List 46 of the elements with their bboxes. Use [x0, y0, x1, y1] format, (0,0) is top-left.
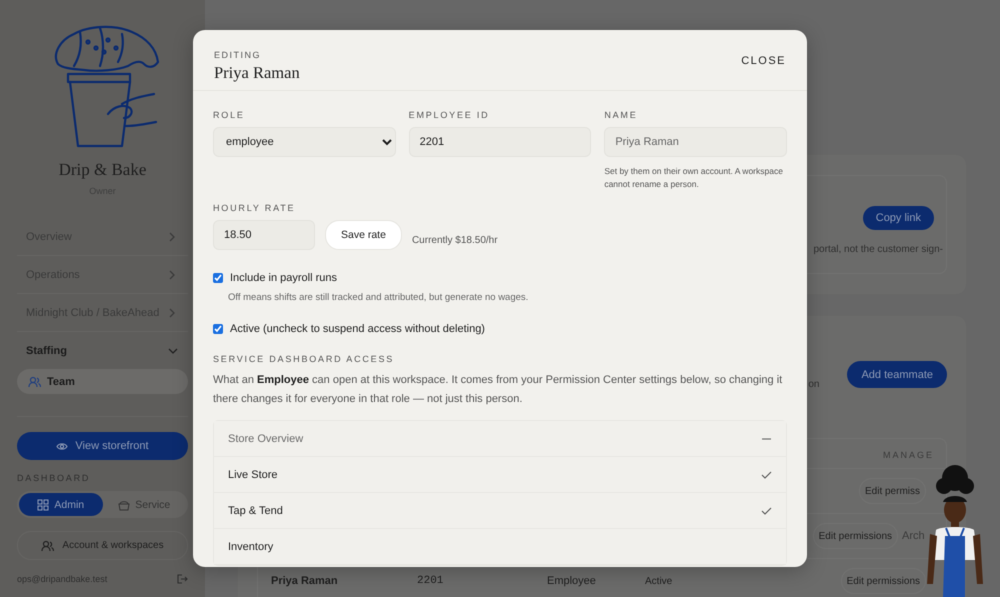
access-row: Store Overview: [214, 421, 786, 457]
modal-title: Priya Raman: [214, 63, 300, 83]
table-cell-text: Active: [645, 576, 674, 586]
input-field[interactable]: 18.50: [213, 220, 315, 250]
role-select[interactable]: employee: [213, 127, 396, 157]
table-cell-text: 2201: [417, 575, 444, 587]
checkbox-label: Include in payroll runs: [230, 272, 338, 284]
field-label: NAME: [604, 110, 639, 120]
field-label: ROLE: [213, 110, 246, 120]
help-text: Set by them on their own account. A workspace cannot rename a person.: [604, 165, 784, 191]
team-note: on: [808, 379, 820, 390]
edit-permissions-button[interactable]: Edit permiss: [858, 478, 926, 504]
dashboard-tab[interactable]: Admin: [19, 493, 102, 516]
check-icon: [761, 470, 772, 480]
eye-icon: [56, 440, 68, 452]
current-rate: Currently $18.50/hr: [412, 234, 498, 246]
checkbox[interactable]: [213, 324, 223, 334]
people-icon: [28, 376, 41, 388]
storefront-button[interactable]: View storefront: [17, 432, 188, 460]
access-description: What an Employee can open at this workspace. It comes from your Permission Center settings below, so changing it there changes it for everyone in that role — not just this person.: [213, 373, 784, 407]
table-cell-text: Priya Raman: [271, 575, 339, 587]
checkbox-label: Active (uncheck to suspend access without deleting): [230, 323, 485, 335]
section-heading: SERVICE DASHBOARD ACCESS: [213, 354, 396, 364]
check-icon: [761, 506, 772, 516]
nav-item[interactable]: Staffing: [17, 332, 188, 369]
table-cell-text: Employee: [547, 575, 597, 587]
input-field: Priya Raman: [604, 127, 787, 157]
editing-label: EDITING: [214, 50, 262, 60]
brand-name: Drip & Bake: [58, 160, 148, 180]
invite-note: portal, not the customer sign-: [813, 244, 943, 255]
people-icon: [41, 540, 54, 552]
add-teammate-button[interactable]: Add teammate: [847, 361, 947, 388]
copy-link-button[interactable]: Copy link: [862, 206, 934, 230]
edit-permissions-button[interactable]: Edit permissions: [812, 523, 898, 549]
field-label: HOURLY RATE: [213, 203, 296, 213]
checkbox[interactable]: [213, 273, 223, 283]
input-field[interactable]: 2201: [408, 127, 592, 157]
edit-permissions-button[interactable]: Edit permissions: [840, 568, 926, 594]
field-label: EMPLOYEE ID: [408, 110, 490, 120]
close-button[interactable]: CLOSE: [741, 54, 786, 66]
grid-icon: [37, 498, 50, 510]
cup-icon: [118, 498, 130, 510]
save-rate-button[interactable]: Save rate: [325, 220, 402, 250]
account-button[interactable]: Account & workspaces: [17, 531, 188, 560]
nav-subitem[interactable]: Team: [17, 369, 188, 394]
help-text: Off means shifts are still tracked and attributed, but generate no wages.: [228, 292, 530, 303]
